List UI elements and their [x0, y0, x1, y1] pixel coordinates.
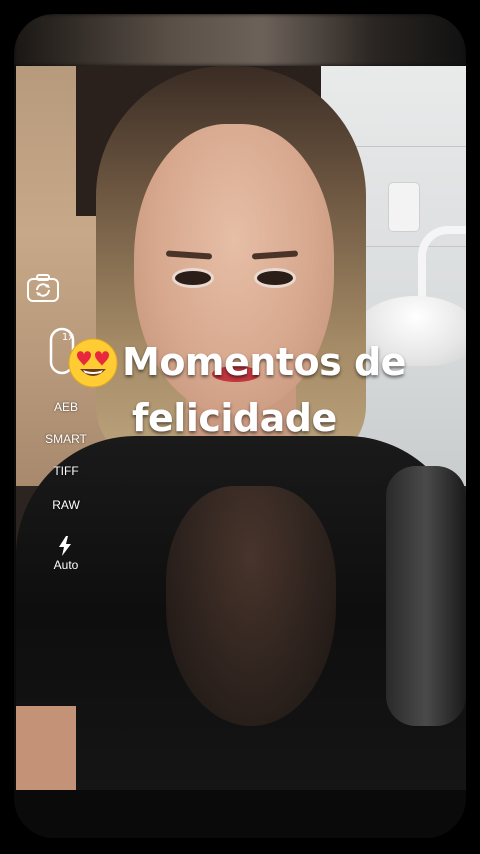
- person-sleeve: [386, 466, 466, 726]
- mode-smart[interactable]: SMART: [36, 432, 96, 446]
- person-chest: [166, 486, 336, 726]
- heart-eyes-emoji-icon: [68, 338, 118, 388]
- caption-line-1: Momentos de: [122, 340, 406, 384]
- mode-aeb[interactable]: AEB: [36, 400, 96, 414]
- light-switch: [388, 182, 420, 232]
- flash-mode-label[interactable]: Auto: [36, 558, 96, 572]
- mode-tiff[interactable]: TIFF: [36, 464, 96, 478]
- person-eye: [172, 268, 214, 288]
- switch-camera-icon[interactable]: [26, 272, 60, 304]
- flash-icon[interactable]: [58, 536, 72, 556]
- person-eye: [254, 268, 296, 288]
- top-blurred-strip: [14, 14, 466, 66]
- mode-raw[interactable]: RAW: [36, 498, 96, 512]
- caption-line-2: felicidade: [132, 396, 337, 440]
- person-arm: [16, 706, 76, 790]
- bottom-bar: [14, 790, 466, 838]
